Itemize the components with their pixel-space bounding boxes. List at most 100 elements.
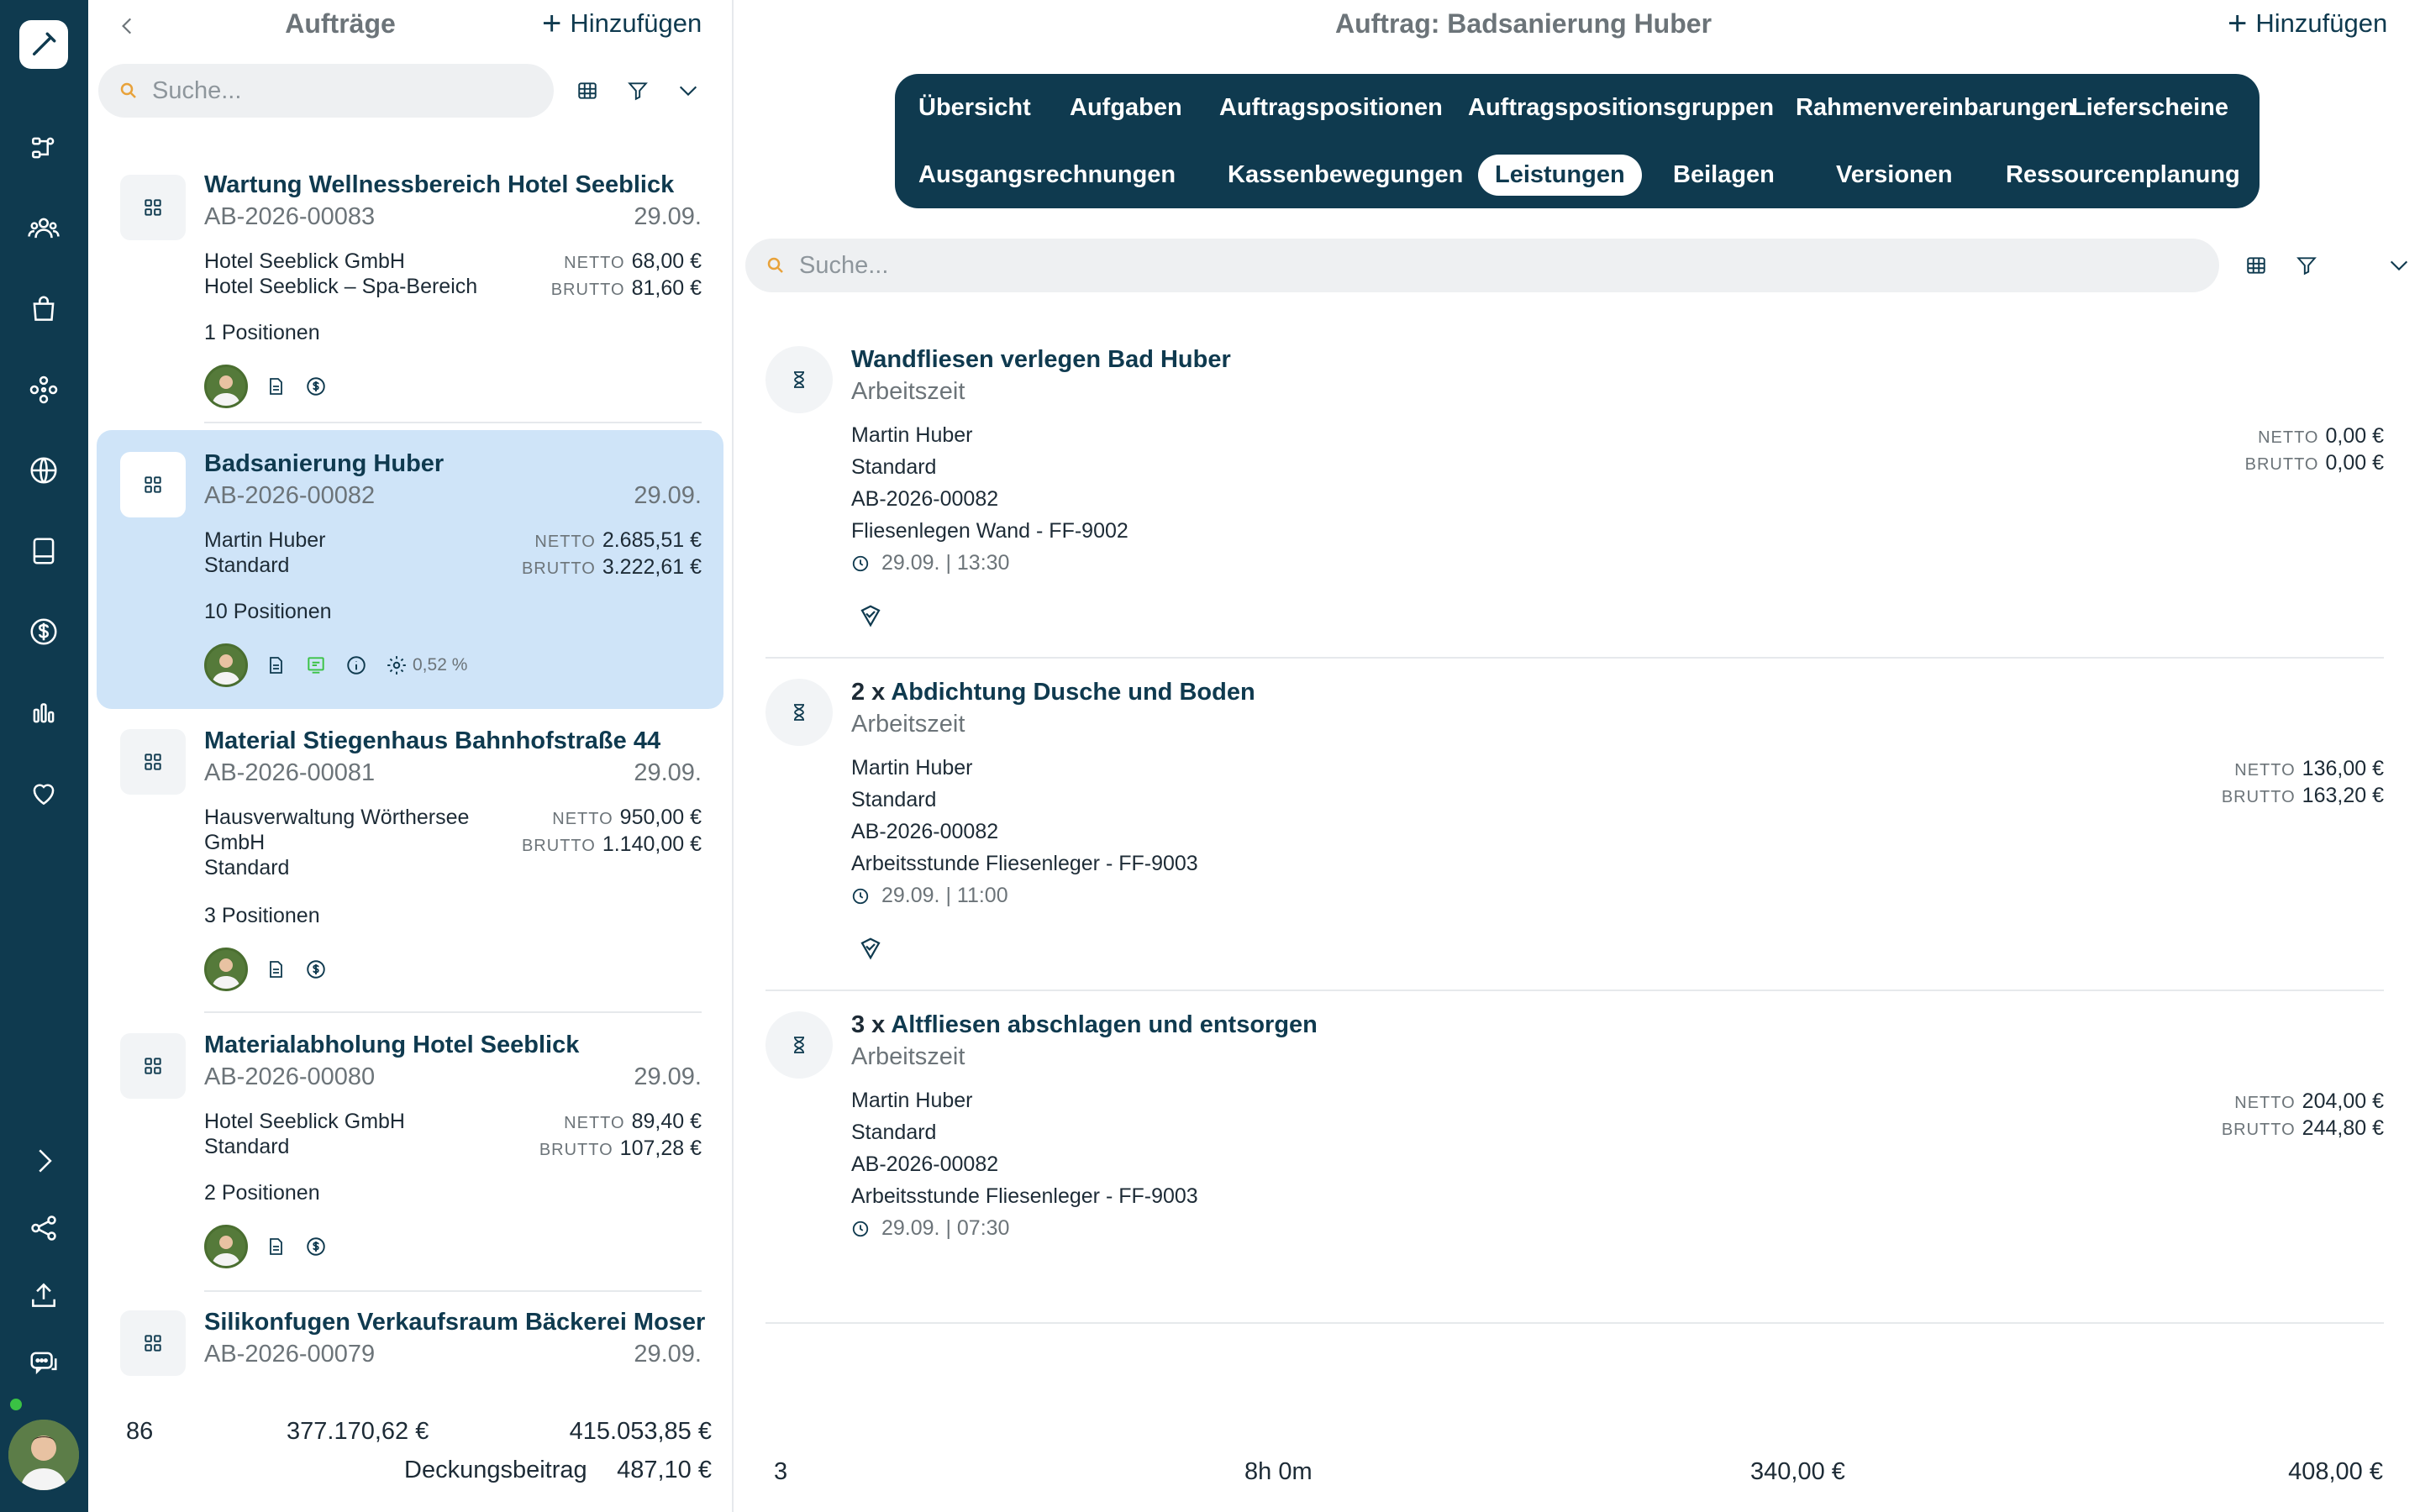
entry-time-text: 29.09. | 13:30 [881,551,1010,575]
order-search-input[interactable] [152,76,517,105]
bag-icon[interactable] [22,287,66,331]
share-icon[interactable] [22,1206,66,1250]
user-avatar[interactable] [8,1420,79,1490]
dollar-icon[interactable] [22,610,66,654]
brutto-label: BRUTTO [2221,788,2296,806]
info-icon[interactable] [344,653,369,678]
dollar-icon[interactable] [303,374,329,399]
shield-check-icon[interactable] [858,603,883,628]
workflow-icon[interactable] [22,126,66,170]
heart-icon[interactable] [22,771,66,815]
order-customer: Hotel Seeblick GmbH [204,249,405,273]
chevron-down-icon[interactable] [2382,249,2416,282]
invoice-green-icon[interactable] [303,653,329,678]
entry-order: AB-2026-00082 [851,1152,999,1176]
entry-article: Arbeitsstunde Fliesenleger - FF-9003 [851,1184,1198,1208]
plus-icon: + [2228,5,2248,42]
netto-label: NETTO [2234,1094,2296,1112]
tab-kassenbewegungen[interactable]: Kassenbewegungen [1211,155,1480,196]
order-grid-icon [120,452,186,517]
order-date: 29.09. [634,482,702,509]
shield-check-icon[interactable] [858,936,883,961]
netto-value: 89,40 € [631,1110,702,1133]
brutto-value: 244,80 € [2302,1116,2384,1140]
assignee-avatar[interactable] [204,643,248,687]
tab-auftragspositionen[interactable]: Auftragspositionen [1202,87,1460,129]
clock-icon [852,888,869,904]
service-entry[interactable]: 3 x Altfliesen abschlagen und entsorgen … [765,1001,2384,1324]
entry-article: Fliesenlegen Wand - FF-9002 [851,519,1128,543]
order-positions: 1 Positionen [204,321,320,344]
tab-versionen[interactable]: Versionen [1819,155,1970,196]
order-card[interactable]: Materialabholung Hotel Seeblick AB-2026-… [97,1018,723,1292]
expand-icon[interactable] [22,1139,66,1183]
netto-value: 2.685,51 € [602,528,702,552]
tab-rahmenvereinbarungen[interactable]: Rahmenvereinbarungen [1779,87,2091,129]
pen-logo-icon[interactable] [19,20,68,69]
dollar-icon[interactable] [303,1234,329,1259]
tab-ausgangsrechnungen[interactable]: Ausgangsrechnungen [902,155,1192,196]
order-customer: Hausverwaltung Wörthersee [204,806,470,829]
order-search-field[interactable] [98,64,554,118]
tab-aufgaben[interactable]: Aufgaben [1053,87,1199,129]
order-card[interactable]: Wartung Wellnessbereich Hotel Seeblick A… [97,153,723,423]
document-icon[interactable] [263,1234,288,1259]
table-view-icon[interactable] [571,74,604,108]
entry-variant: Standard [851,788,937,811]
brutto-value: 3.222,61 € [602,555,702,579]
modules-icon[interactable] [22,368,66,412]
entry-count: 3 [774,1458,788,1485]
document-icon[interactable] [263,374,288,399]
tab-uebersicht[interactable]: Übersicht [902,87,1048,129]
assignee-avatar[interactable] [204,948,248,991]
upload-icon[interactable] [22,1273,66,1317]
margin-percent: 0,52 % [413,655,468,675]
order-actions [204,948,329,991]
order-title: Silikonfugen Verkaufsraum Bäckerei Moser [204,1309,706,1336]
entry-time: 29.09. | 11:00 [851,884,1008,908]
document-icon[interactable] [263,957,288,982]
order-card-selected[interactable]: Badsanierung Huber AB-2026-00082 29.09. … [97,430,723,709]
assignee-avatar[interactable] [204,365,248,408]
entry-variant: Standard [851,1121,937,1144]
order-card[interactable]: Material Stiegenhaus Bahnhofstraße 44 AB… [97,716,723,1013]
entry-order: AB-2026-00082 [851,487,999,511]
tab-bar: Übersicht Aufgaben Auftragspositionen Au… [895,74,2260,208]
filter-icon[interactable] [621,74,655,108]
add-order-button[interactable]: + Hinzufügen [542,7,702,40]
order-price: NETTO 950,00 € BRUTTO 1.140,00 € [522,805,702,858]
entry-type: Arbeitszeit [851,1043,965,1070]
document-icon[interactable] [22,529,66,573]
chevron-down-icon[interactable] [671,74,705,108]
assignee-avatar[interactable] [204,1225,248,1268]
order-price: NETTO 89,40 € BRUTTO 107,28 € [539,1109,702,1163]
entry-search-input[interactable] [799,251,1979,280]
tab-beilagen[interactable]: Beilagen [1656,155,1791,196]
tab-ressourcenplanung[interactable]: Ressourcenplanung [1989,155,2257,196]
tab-auftragspositionsgruppen[interactable]: Auftragspositionsgruppen [1451,87,1791,129]
chat-icon[interactable] [22,1341,66,1384]
service-entry[interactable]: Wandfliesen verlegen Bad Huber Arbeitsze… [765,336,2384,659]
netto-label: NETTO [564,1114,625,1132]
chart-icon[interactable] [22,690,66,734]
order-customer: Martin Huber [204,528,326,552]
add-entry-button[interactable]: + Hinzufügen [2228,7,2387,40]
document-icon[interactable] [263,653,288,678]
entry-person: Martin Huber [851,1089,973,1112]
table-view-icon[interactable] [2239,249,2273,282]
plus-icon: + [542,5,562,42]
order-card[interactable]: Silikonfugen Verkaufsraum Bäckerei Moser… [97,1294,723,1394]
tab-leistungen[interactable]: Leistungen [1478,155,1642,196]
globe-icon[interactable] [22,449,66,492]
brutto-label: BRUTTO [521,559,596,578]
filter-icon[interactable] [2290,249,2323,282]
brutto-label: BRUTTO [521,837,596,855]
tab-lieferscheine[interactable]: Lieferscheine [2054,87,2245,129]
hourglass-icon [765,346,833,413]
netto-label: NETTO [534,533,596,551]
entry-search-field[interactable] [745,239,2219,292]
users-icon[interactable] [22,207,66,250]
dollar-icon[interactable] [303,957,329,982]
netto-label: NETTO [552,810,613,828]
service-entry[interactable]: 2 x Abdichtung Dusche und Boden Arbeitsz… [765,669,2384,991]
